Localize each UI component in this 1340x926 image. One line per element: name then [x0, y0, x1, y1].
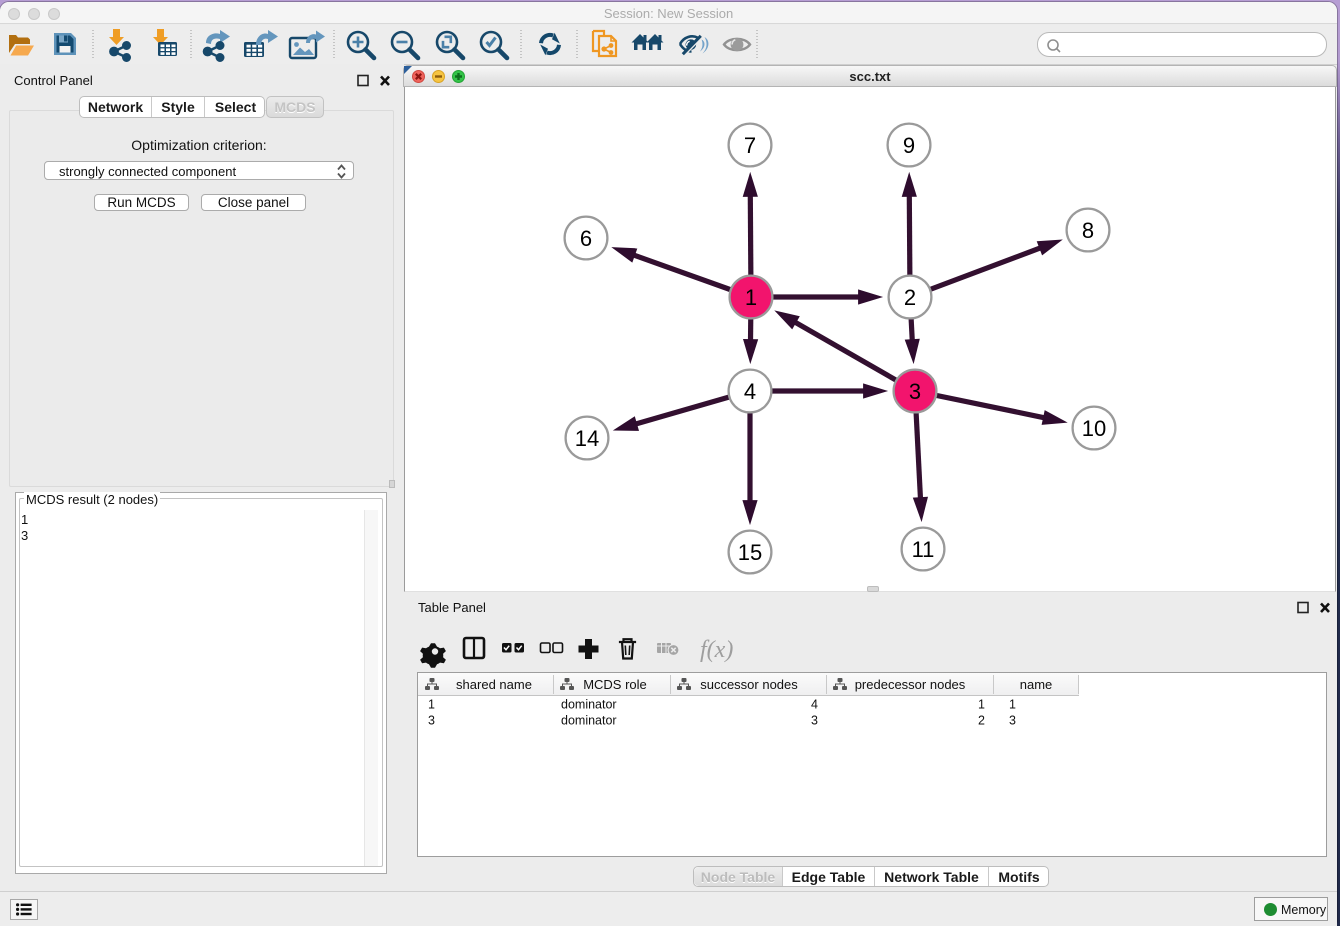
svg-text:1: 1 [428, 698, 435, 712]
svg-text:7: 7 [744, 133, 756, 158]
svg-text:predecessor nodes: predecessor nodes [855, 677, 966, 692]
svg-text:8: 8 [1082, 218, 1094, 243]
svg-text:dominator: dominator [561, 698, 617, 712]
svg-text:3: 3 [428, 714, 435, 728]
svg-text:11: 11 [912, 537, 935, 562]
svg-text:MCDS role: MCDS role [583, 677, 647, 692]
svg-text:1: 1 [1009, 698, 1016, 712]
svg-text:6: 6 [580, 226, 592, 251]
svg-text:3: 3 [1009, 714, 1016, 728]
svg-text:2: 2 [978, 714, 985, 728]
svg-text:1: 1 [978, 698, 985, 712]
svg-text:shared name: shared name [456, 677, 532, 692]
svg-text:dominator: dominator [561, 714, 617, 728]
svg-text:3: 3 [909, 379, 921, 404]
svg-text:4: 4 [811, 698, 818, 712]
svg-text:4: 4 [744, 379, 756, 404]
svg-text:14: 14 [575, 426, 599, 451]
svg-text:3: 3 [811, 714, 818, 728]
svg-text:f(x): f(x) [700, 637, 733, 663]
svg-text:2: 2 [904, 285, 916, 310]
svg-text:9: 9 [903, 133, 915, 158]
svg-text:name: name [1020, 677, 1053, 692]
svg-text:10: 10 [1082, 416, 1106, 441]
svg-text:successor nodes: successor nodes [700, 677, 798, 692]
svg-text:1: 1 [745, 285, 757, 310]
svg-text:15: 15 [738, 540, 762, 565]
